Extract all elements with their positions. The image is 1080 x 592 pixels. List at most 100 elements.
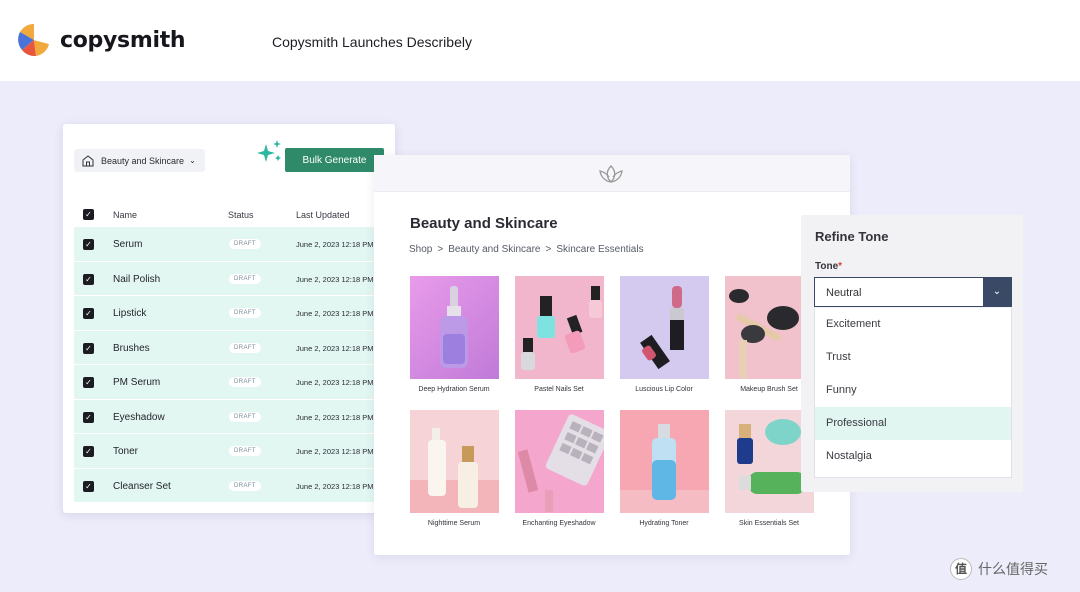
chevron-down-icon: ⌄ (189, 156, 196, 165)
shop-preview-panel: Beauty and Skincare Shop > Beauty and Skin… (374, 155, 850, 555)
sparkle-icon (257, 140, 281, 162)
watermark-logo-icon: 值 (950, 558, 972, 580)
row-checkbox[interactable]: ✓ (83, 446, 94, 457)
store-icon (82, 154, 94, 166)
row-date: June 2, 2023 12:18 PM (296, 240, 374, 249)
table-row[interactable]: ✓ Toner DRAFT June 2, 2023 12:18 PM (74, 434, 384, 469)
breadcrumb-shop[interactable]: Shop (409, 244, 432, 255)
column-header-last-updated: Last Updated (296, 210, 350, 220)
row-name: Serum (113, 239, 143, 250)
table-row[interactable]: ✓ Lipstick DRAFT June 2, 2023 12:18 PM (74, 296, 384, 331)
table-header: ✓ Name Status Last Updated (74, 206, 384, 224)
tone-option-excitement[interactable]: Excitement (815, 308, 1011, 341)
breadcrumb-separator: > (437, 244, 444, 255)
top-header: copysmith Copysmith Launches Describely (0, 0, 1080, 81)
row-name: Cleanser Set (113, 480, 171, 492)
row-name: Lipstick (113, 308, 147, 319)
table-row[interactable]: ✓ Eyeshadow DRAFT June 2, 2023 12:18 PM (74, 399, 384, 434)
product-table-body: ✓ Serum DRAFT June 2, 2023 12:18 PM ✓ Na… (74, 227, 384, 503)
status-badge: DRAFT (229, 446, 261, 456)
row-checkbox[interactable]: ✓ (83, 411, 94, 423)
row-date: June 2, 2023 12:18 PM (296, 412, 374, 422)
site-watermark: 值 什么值得买 (950, 558, 1048, 580)
status-badge: DRAFT (229, 273, 261, 284)
breadcrumb-category[interactable]: Beauty and Skincare (448, 244, 540, 255)
row-checkbox[interactable]: ✓ (83, 480, 94, 492)
breadcrumb-separator: > (545, 244, 552, 255)
refine-tone-title: Refine Tone (815, 229, 889, 244)
table-row[interactable]: ✓ Nail Polish DRAFT June 2, 2023 12:18 P… (74, 261, 384, 296)
eyeshadow-palette-image (517, 414, 604, 512)
row-name: Eyeshadow (113, 411, 165, 423)
row-checkbox[interactable]: ✓ (83, 377, 94, 388)
column-header-name: Name (113, 210, 138, 220)
product-image-hydrating-toner[interactable] (620, 410, 709, 513)
table-row[interactable]: ✓ PM Serum DRAFT June 2, 2023 12:18 PM (74, 365, 384, 400)
toner-bottle-image (620, 424, 709, 513)
row-date: June 2, 2023 12:18 PM (296, 481, 374, 491)
row-checkbox[interactable]: ✓ (83, 342, 94, 354)
tone-option-trust[interactable]: Trust (815, 341, 1011, 374)
product-list-panel: Beauty and Skincare ⌄ Bulk Generate ✓ Na… (63, 124, 395, 513)
breadcrumb-subcategory[interactable]: Skincare Essentials (556, 244, 643, 255)
tone-option-nostalgia[interactable]: Nostalgia (815, 440, 1011, 473)
serum-bottle-image (440, 286, 468, 368)
row-name: PM Serum (113, 377, 161, 388)
page-headline: Copysmith Launches Describely (272, 34, 472, 50)
brand-name: copysmith (60, 27, 186, 53)
row-date: June 2, 2023 12:18 PM (296, 274, 374, 284)
product-image-pastel-nails-set[interactable] (515, 276, 604, 379)
product-label: Enchanting Eyeshadow (522, 520, 596, 527)
required-marker: * (838, 261, 843, 272)
product-image-deep-hydration-serum[interactable] (410, 276, 499, 379)
shop-topbar (374, 155, 850, 192)
status-badge: DRAFT (229, 480, 261, 491)
table-row[interactable]: ✓ Serum DRAFT June 2, 2023 12:18 PM (74, 227, 384, 262)
category-dropdown-label: Beauty and Skincare (101, 155, 185, 166)
tone-options-list: Excitement Trust Funny Professional Nost… (814, 308, 1012, 478)
row-checkbox[interactable]: ✓ (83, 273, 94, 285)
row-checkbox[interactable]: ✓ (83, 239, 94, 250)
status-badge: DRAFT (229, 308, 261, 318)
row-date: June 2, 2023 12:18 PM (296, 343, 374, 353)
product-image-enchanting-eyeshadow[interactable] (515, 410, 604, 513)
column-header-status: Status (228, 210, 254, 220)
row-name: Brushes (113, 342, 150, 354)
status-badge: DRAFT (229, 342, 261, 353)
product-label: Pastel Nails Set (534, 386, 584, 393)
row-date: June 2, 2023 12:18 PM (296, 447, 374, 456)
tone-option-professional[interactable]: Professional (815, 407, 1011, 440)
shop-title: Beauty and Skincare (410, 215, 558, 232)
row-checkbox[interactable]: ✓ (83, 308, 94, 319)
status-badge: DRAFT (229, 377, 261, 387)
status-badge: DRAFT (229, 239, 261, 249)
serum-pump-image (410, 428, 499, 513)
product-label: Nighttime Serum (427, 520, 481, 527)
status-badge: DRAFT (229, 411, 261, 422)
row-date: June 2, 2023 12:18 PM (296, 378, 374, 387)
tone-option-funny[interactable]: Funny (815, 374, 1011, 407)
product-label: Hydrating Toner (639, 520, 689, 527)
product-label: Skin Essentials Set (739, 520, 799, 527)
copysmith-logo-icon (18, 23, 50, 57)
product-label: Deep Hydration Serum (418, 386, 490, 393)
refine-tone-panel: Refine Tone Tone* Neutral ⌄ Excitement T… (801, 215, 1023, 492)
select-all-checkbox[interactable]: ✓ (83, 209, 94, 220)
table-row[interactable]: ✓ Cleanser Set DRAFT June 2, 2023 12:18 … (74, 468, 384, 503)
watermark-text: 什么值得买 (978, 562, 1048, 578)
row-date: June 2, 2023 12:18 PM (296, 309, 374, 318)
tone-select[interactable]: Neutral ⌄ (814, 277, 1012, 307)
chevron-down-icon[interactable]: ⌄ (983, 278, 1011, 306)
product-image-nighttime-serum[interactable] (410, 410, 499, 513)
bulk-generate-button[interactable]: Bulk Generate (285, 148, 384, 172)
lotus-logo-icon (599, 165, 623, 183)
row-name: Toner (113, 446, 139, 457)
table-row[interactable]: ✓ Brushes DRAFT June 2, 2023 12:18 PM (74, 330, 384, 365)
nail-polish-image (521, 286, 602, 370)
category-dropdown[interactable]: Beauty and Skincare ⌄ (74, 149, 205, 172)
brand-logo[interactable]: copysmith (16, 22, 186, 58)
tone-field-label: Tone* (815, 261, 842, 272)
product-image-luscious-lip-color[interactable] (620, 276, 709, 379)
row-name: Nail Polish (113, 273, 161, 285)
breadcrumb: Shop > Beauty and Skincare > Skincare Essent… (409, 244, 644, 255)
